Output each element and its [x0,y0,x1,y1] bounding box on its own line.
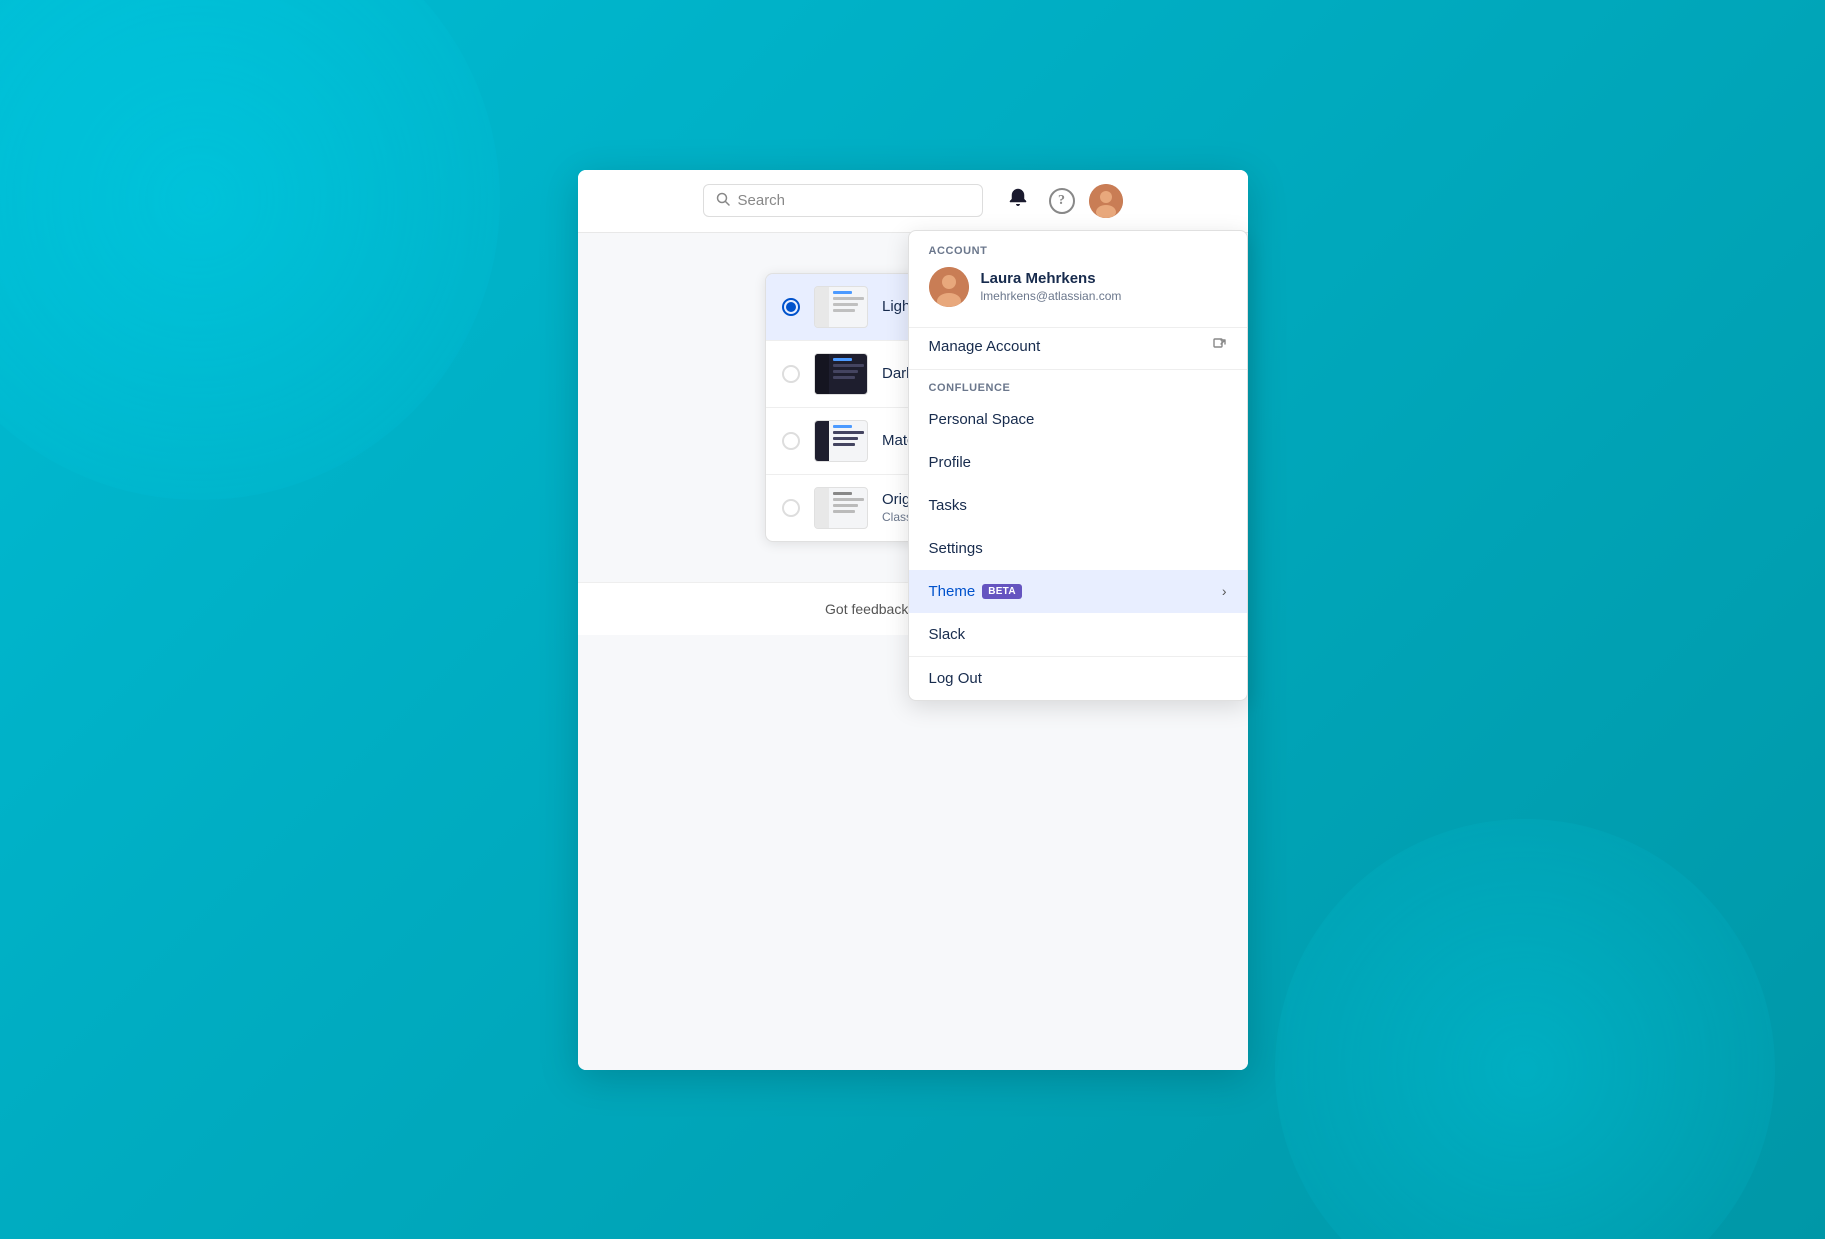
manage-account-label: Manage Account [929,338,1041,355]
tasks-label: Tasks [929,497,967,514]
account-row: Laura Mehrkens lmehrkens@atlassian.com [929,267,1227,321]
slack-label: Slack [929,626,966,643]
thumb-content-dark [833,358,864,382]
menu-item-settings[interactable]: Settings [909,527,1247,570]
menu-item-slack[interactable]: Slack [909,613,1247,656]
bg-decoration-1 [0,0,500,500]
thumb-line-accent-match [833,425,852,428]
radio-dark [782,365,800,383]
personal-space-label: Personal Space [929,411,1035,428]
chevron-right-icon: › [1222,583,1227,599]
menu-item-tasks[interactable]: Tasks [909,484,1247,527]
help-button[interactable]: ? [1045,184,1079,218]
theme-thumbnail-light [814,286,868,328]
feedback-text: Got feedback? [825,601,916,617]
account-email: lmehrkens@atlassian.com [981,289,1122,303]
search-bar[interactable]: Search [703,184,983,217]
search-placeholder: Search [738,192,786,209]
bell-icon [1007,187,1029,214]
thumb-line-2-match [833,437,858,440]
thumb-line-3-light [833,309,855,312]
theme-thumbnail-match [814,420,868,462]
thumb-content-match [833,425,864,449]
theme-thumbnail-original [814,487,868,529]
radio-match-browser [782,432,800,450]
thumb-line-3-match [833,443,855,446]
thumb-line-1-original [833,498,864,501]
radio-original [782,499,800,517]
external-link-icon [1213,338,1227,355]
thumb-sidebar-dark [815,354,829,394]
dropdown-menu: ACCOUNT Laura Mehrkens lmehrkens@atlassi… [908,230,1248,701]
menu-item-theme[interactable]: Theme BETA › [909,570,1247,613]
profile-label: Profile [929,454,972,471]
thumb-line-1-dark [833,364,864,367]
thumb-line-accent-dark [833,358,852,361]
theme-beta-badge: BETA [982,584,1022,599]
header-icons: ? [1001,184,1123,218]
account-section: ACCOUNT Laura Mehrkens lmehrkens@atlassi… [909,231,1247,327]
avatar-button[interactable] [1089,184,1123,218]
confluence-section-label: CONFLUENCE [909,382,1247,394]
menu-item-profile[interactable]: Profile [909,441,1247,484]
thumb-sidebar-match [815,421,829,461]
thumb-line-2-original [833,504,858,507]
bell-button[interactable] [1001,184,1035,218]
help-icon: ? [1049,188,1075,214]
radio-light [782,298,800,316]
theme-label: Theme [929,583,976,600]
thumb-sidebar-original [815,488,829,528]
thumb-line-3-dark [833,376,855,379]
thumb-content-original [833,492,864,516]
account-avatar [929,267,969,307]
settings-label: Settings [929,540,983,557]
thumb-sidebar-light [815,287,829,327]
logout-label: Log Out [929,670,982,687]
radio-inner-light [786,302,796,312]
thumb-line-1-light [833,297,864,300]
app-container: Search ? [578,170,1248,1070]
thumb-line-2-light [833,303,858,306]
confluence-section: CONFLUENCE Personal Space Profile Tasks … [909,370,1247,656]
manage-account-item[interactable]: Manage Account [909,328,1247,369]
account-info: Laura Mehrkens lmehrkens@atlassian.com [981,270,1122,303]
account-name: Laura Mehrkens [981,270,1122,287]
thumb-line-accent-original [833,492,852,495]
theme-thumbnail-dark [814,353,868,395]
menu-item-personal-space[interactable]: Personal Space [909,398,1247,441]
header: Search ? [578,170,1248,233]
search-icon [716,192,730,209]
thumb-line-3-original [833,510,855,513]
thumb-line-1-match [833,431,864,434]
account-section-label: ACCOUNT [929,245,1227,257]
thumb-line-accent-light [833,291,852,294]
bg-decoration-2 [1275,819,1775,1239]
theme-row: Theme BETA [929,583,1022,600]
menu-item-logout[interactable]: Log Out [909,657,1247,700]
avatar [1089,184,1123,218]
thumb-content-light [833,291,864,315]
thumb-line-2-dark [833,370,858,373]
